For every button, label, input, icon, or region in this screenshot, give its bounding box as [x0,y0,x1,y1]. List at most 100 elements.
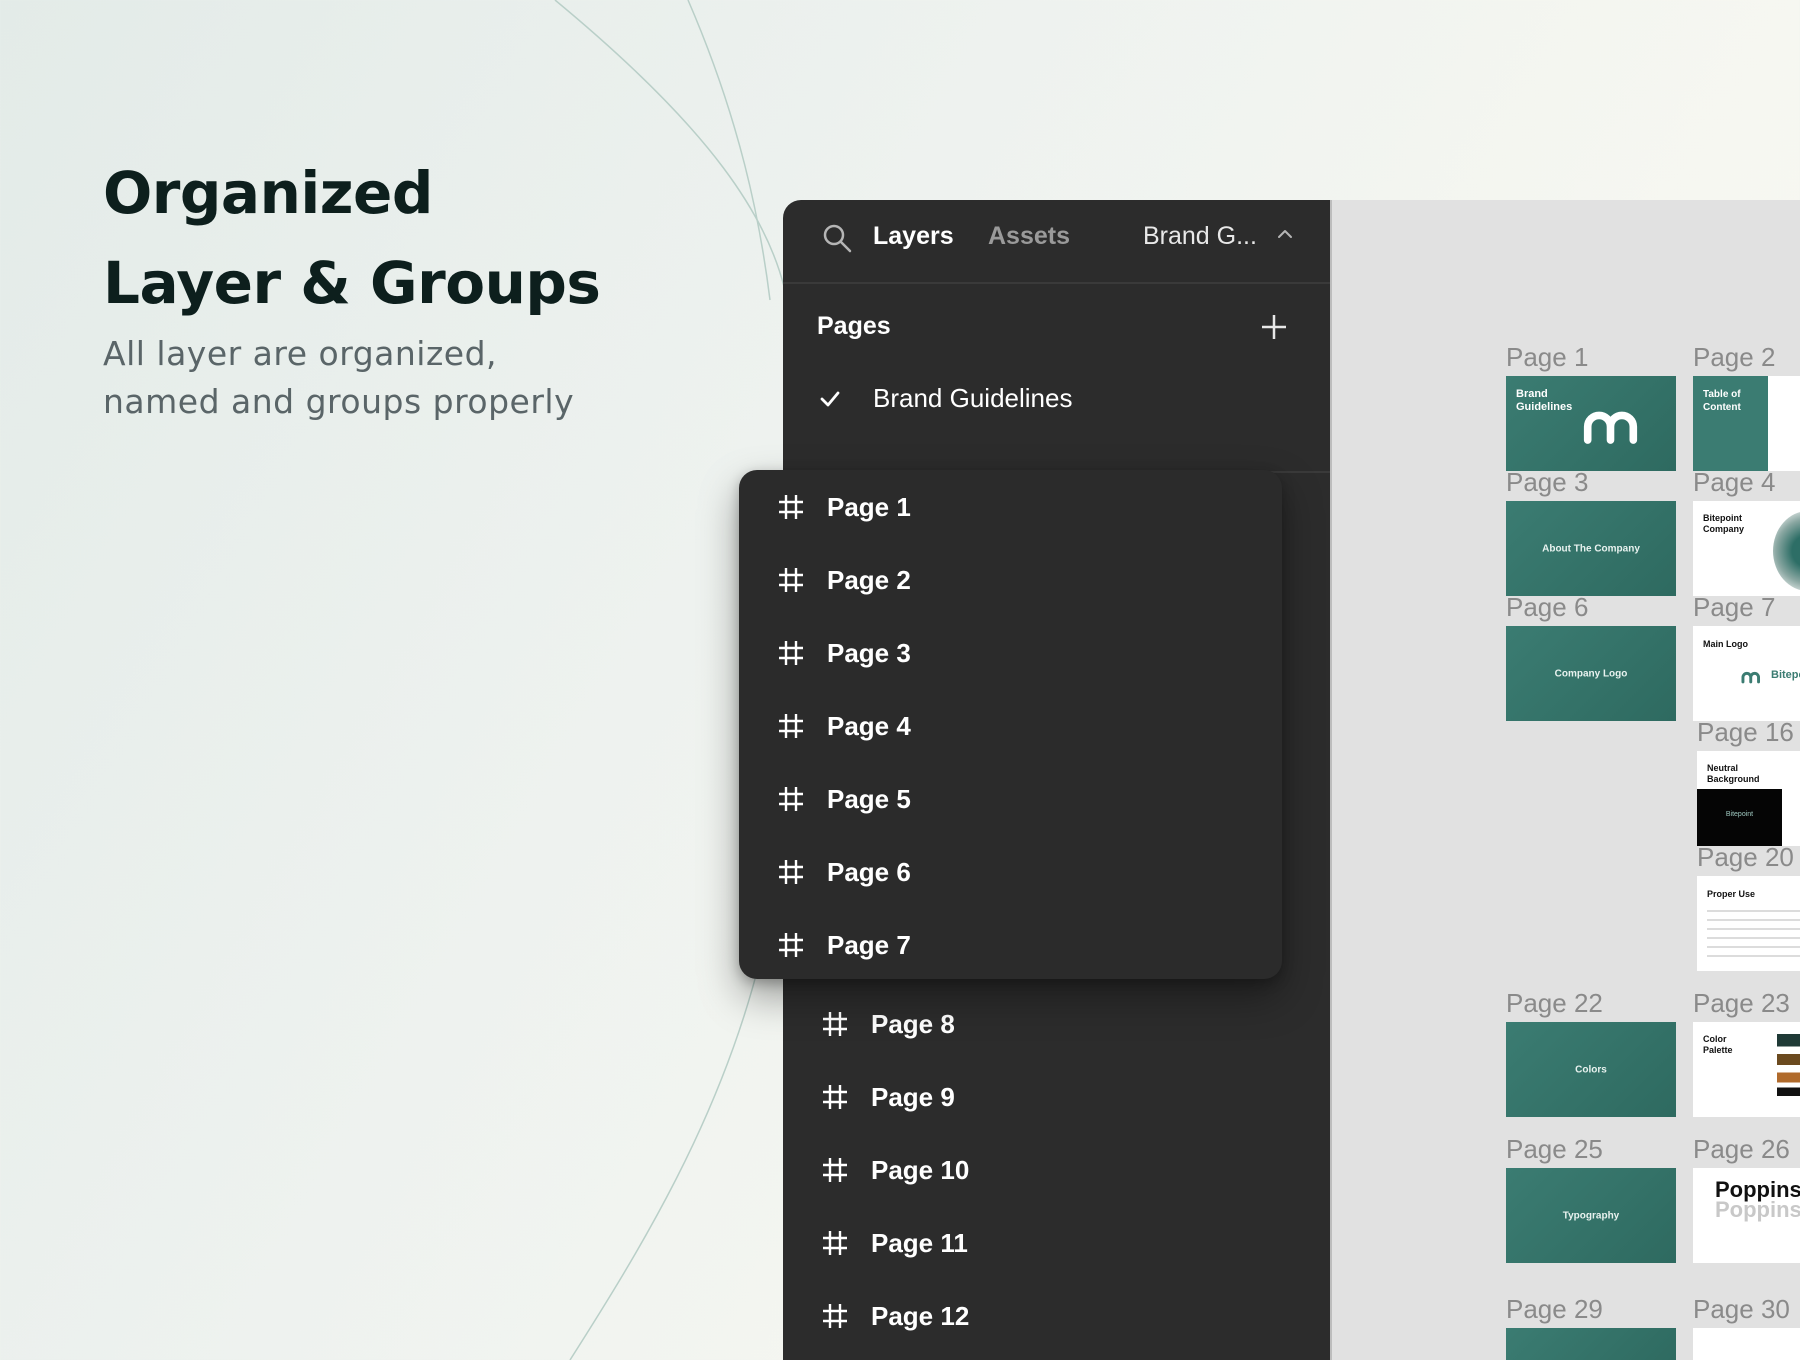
frame-hash-icon [779,641,803,665]
frame-label: Page 22 [1506,988,1603,1018]
layer-item-page-9[interactable]: Page 9 [821,1072,955,1122]
frame-thumbnail-page-16[interactable]: Neutral Background Bitepoint [1697,751,1800,846]
frame-thumbnail-page-26[interactable]: Poppins I Poppins [1693,1168,1800,1263]
frame-label: Page 20 [1697,842,1794,872]
frame-thumbnail-page-25[interactable]: Typography [1506,1168,1676,1263]
frame-hash-icon [823,1231,847,1255]
layer-item-page-1[interactable]: Page 1 [777,482,911,532]
layer-item-page-7[interactable]: Page 7 [777,920,911,970]
layer-label: Page 4 [827,710,911,741]
frame-label: Page 30 [1693,1294,1790,1324]
layer-item-page-11[interactable]: Page 11 [821,1218,968,1268]
thumb-image [1773,511,1800,591]
frame-label: Page 7 [1693,592,1776,622]
frame-hash-icon [779,495,803,519]
frame-label: Page 29 [1506,1294,1603,1324]
frame-thumbnail-page-1[interactable]: Brand Guidelines [1506,376,1676,471]
layer-label: Page 9 [871,1081,955,1112]
frame-hash-icon [779,568,803,592]
frame-thumbnail-page-3[interactable]: About The Company [1506,501,1676,596]
hero-title: Organized Layer & Groups [103,148,601,328]
tab-assets[interactable]: Assets [988,218,1070,254]
frame-label: Page 6 [1506,592,1589,622]
layer-item-page-12[interactable]: Page 12 [821,1291,969,1341]
frame-label: Page 26 [1693,1134,1790,1164]
thumb-title: Typography [1562,1210,1620,1221]
frame-label: Page 25 [1506,1134,1603,1164]
thumb-title: Colors [1575,1064,1607,1075]
frame-thumbnail-page-29[interactable] [1506,1328,1676,1360]
hero-subtitle: All layer are organized, named and group… [103,330,574,426]
brand-logo-icon [1583,411,1638,444]
hero-title-line-1: Organized [103,159,433,227]
hero-title-line-2: Layer & Groups [103,249,601,317]
frame-hash-icon [779,787,803,811]
panel-header: Layers Assets Brand G... [783,200,1330,284]
frame-label: Page 4 [1693,467,1776,497]
canvas-area[interactable]: Page 1 Brand Guidelines Page 2 Table of … [1330,200,1800,1360]
thumb-title: Table of Content [1703,389,1741,413]
thumb-title: Neutral Background [1707,763,1760,784]
frame-thumbnail-page-22[interactable]: Colors [1506,1022,1676,1117]
thumb-logo-text: Bitepo [1771,669,1800,681]
hero-subtitle-line-2: named and groups properly [103,382,575,421]
page-select-dropdown[interactable]: Brand G... [1143,218,1257,254]
frame-thumbnail-page-6[interactable]: Company Logo [1506,626,1676,721]
add-page-icon[interactable] [1260,313,1288,341]
dragged-layer-group[interactable]: Page 1 Page 2 Page 3 Page 4 Page 5 Page … [739,470,1282,979]
thumb-content-lines [1707,910,1800,960]
pages-section-label: Pages [817,312,891,340]
layer-item-page-2[interactable]: Page 2 [777,555,911,605]
frame-thumbnail-page-30[interactable] [1693,1328,1800,1360]
frame-thumbnail-page-20[interactable]: Proper Use [1697,876,1800,971]
thumb-title: Brand Guidelines [1516,388,1573,413]
layer-item-page-5[interactable]: Page 5 [777,774,911,824]
thumb-title: Main Logo [1703,639,1748,649]
hero-subtitle-line-1: All layer are organized, [103,334,498,373]
frame-label: Page 3 [1506,467,1589,497]
thumb-ghost-text: Poppins [1715,1197,1800,1222]
layer-item-page-6[interactable]: Page 6 [777,847,911,897]
thumb-logo-text: Bitepoint [1725,811,1754,818]
thumb-title: Proper Use [1707,889,1756,899]
thumb-title: Company Logo [1554,668,1628,679]
frame-hash-icon [779,933,803,957]
layer-label: Page 12 [871,1300,970,1331]
frame-hash-icon [823,1158,847,1182]
frame-thumbnail-page-23[interactable]: Color Palette [1693,1022,1800,1117]
frame-label: Page 23 [1693,988,1790,1018]
chevron-up-icon[interactable] [1275,224,1295,244]
frame-hash-icon [823,1304,847,1328]
layer-label: Page 2 [827,564,911,595]
layer-label: Page 7 [827,929,911,960]
layer-label: Page 11 [871,1227,968,1258]
frame-hash-icon [779,860,803,884]
frame-thumbnail-page-7[interactable]: Main Logo Bitepo [1693,626,1800,721]
thumb-title: About The Company [1542,543,1640,554]
thumb-title: Bitepoint Company [1703,513,1745,534]
thumb-dark-block: Bitepoint [1697,789,1782,846]
tab-layers[interactable]: Layers [873,218,954,254]
frame-hash-icon [823,1085,847,1109]
frame-thumbnail-page-2[interactable]: Table of Content [1693,376,1800,471]
search-icon[interactable] [821,222,853,254]
layer-item-page-3[interactable]: Page 3 [777,628,911,678]
frame-hash-icon [779,714,803,738]
layer-label: Page 1 [827,491,911,522]
current-page-item[interactable]: Brand Guidelines [873,380,1072,416]
check-icon [820,391,840,407]
thumb-typography-sample: Poppins I Poppins [1715,1179,1800,1222]
layer-label: Page 8 [871,1008,955,1039]
frame-hash-icon [823,1012,847,1036]
frame-label: Page 1 [1506,342,1589,372]
layer-item-page-8[interactable]: Page 8 [821,999,955,1049]
brand-logo-icon [1741,671,1761,684]
layer-label: Page 6 [827,856,911,887]
layer-item-page-4[interactable]: Page 4 [777,701,911,751]
frame-thumbnail-page-4[interactable]: Bitepoint Company [1693,501,1800,596]
layer-label: Page 5 [827,783,911,814]
frame-label: Page 2 [1693,342,1776,372]
layer-label: Page 10 [871,1154,970,1185]
layer-item-page-10[interactable]: Page 10 [821,1145,969,1195]
frame-label: Page 16 [1697,717,1794,747]
